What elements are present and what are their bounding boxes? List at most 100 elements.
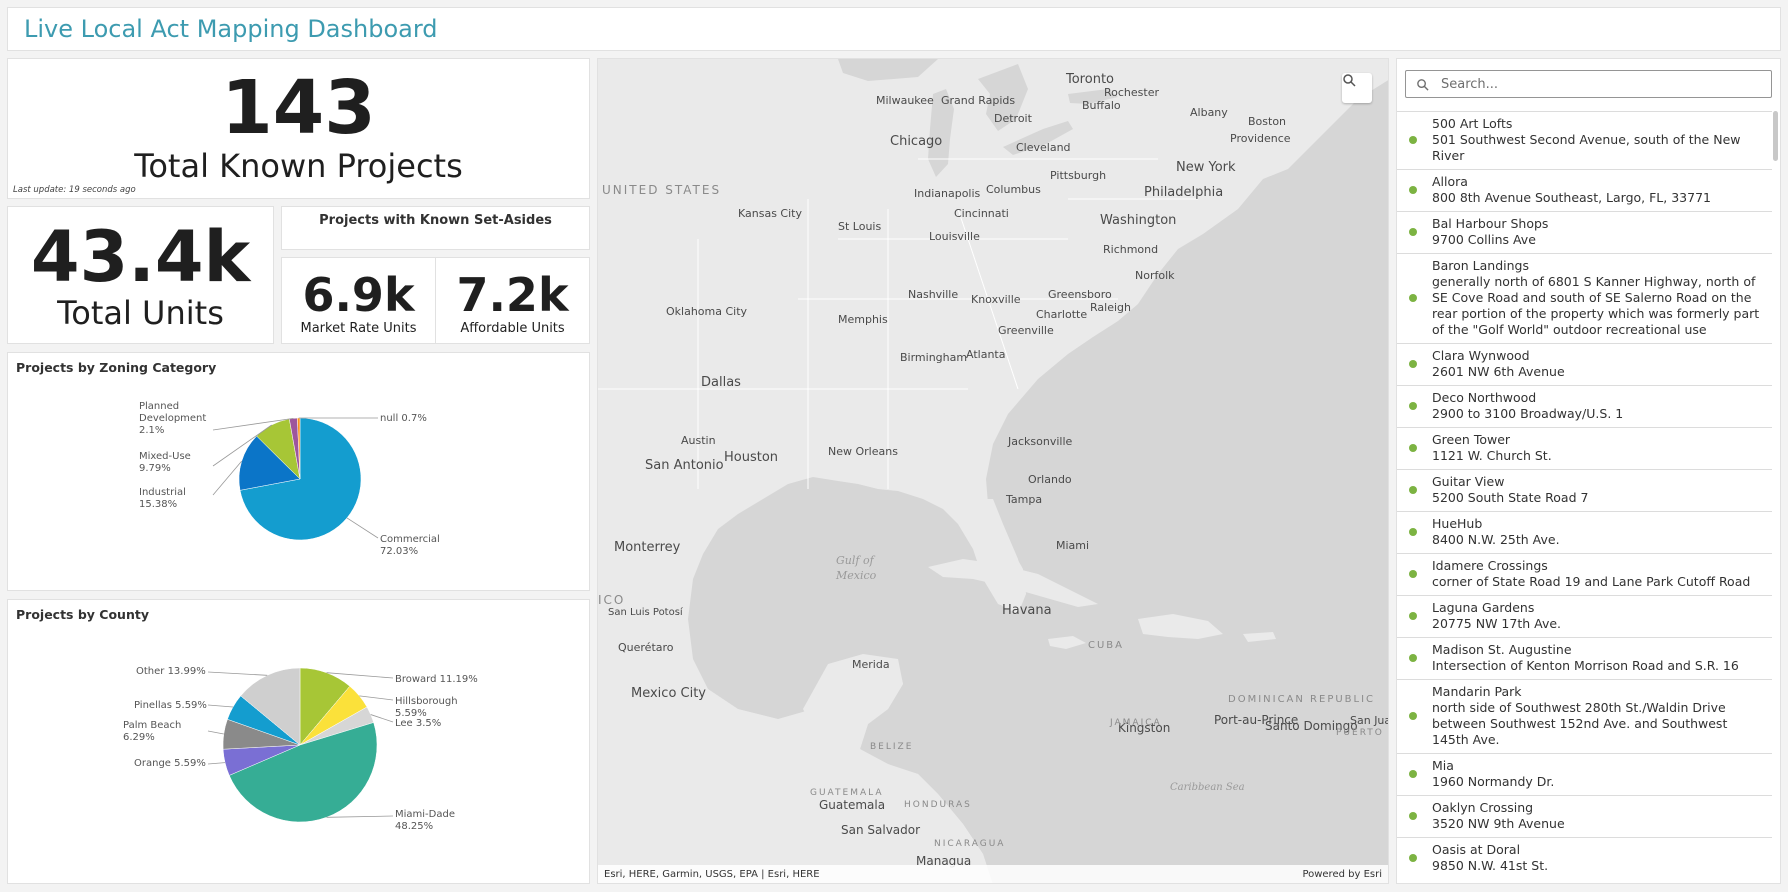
florida-peninsula: [953, 499, 1026, 614]
zoning-chart-panel: Projects by Zoning Category null 0.7% Pla…: [7, 352, 590, 591]
powered-by-esri[interactable]: Powered by Esri: [1302, 869, 1382, 880]
total-units-value: 43.4k: [30, 216, 251, 298]
search-icon: [1417, 78, 1429, 91]
project-name: Laguna Gardens: [1432, 600, 1535, 615]
zoning-pie-chart[interactable]: null 0.7% Planned Development 2.1% Mixed-Use…: [8, 353, 591, 592]
project-name: Madison St. Augustine: [1432, 642, 1572, 657]
status-dot-icon: [1409, 444, 1417, 452]
hispaniola-island: [1138, 614, 1223, 639]
gulf-label-line1: Gulf of: [836, 554, 876, 567]
city-label: Indianapolis: [914, 187, 981, 200]
city-label: Dallas: [701, 375, 741, 390]
market-rate-label: Market Rate Units: [300, 320, 417, 336]
city-label: Louisville: [929, 230, 980, 243]
city-label: San Luis Potosí: [608, 606, 684, 618]
list-item[interactable]: Clara Wynwood 2601 NW 6th Avenue: [1397, 343, 1772, 385]
county-pie-chart[interactable]: Broward 11.19% Hillsborough 5.59%Lee 3.5% M…: [8, 600, 591, 885]
pie-leader-line: [207, 704, 234, 708]
city-label: Raleigh: [1090, 301, 1131, 314]
pie-label: Palm Beach 6.29%: [123, 720, 181, 743]
city-label: Columbus: [986, 183, 1041, 196]
pie-label: Mixed-Use 9.79%: [139, 451, 191, 474]
city-label: Providence: [1230, 132, 1291, 145]
region-label: PUERTO R: [1336, 728, 1389, 738]
region-label: ICO: [598, 593, 625, 607]
project-address: 1121 W. Church St.: [1432, 448, 1552, 463]
basemap[interactable]: Toronto Rochester Milwaukee Grand Rapids…: [598, 59, 1389, 884]
list-item[interactable]: 500 Art Lofts 501 Southwest Second Avenue…: [1397, 111, 1772, 169]
status-dot-icon: [1409, 528, 1417, 536]
status-dot-icon: [1409, 486, 1417, 494]
city-label: Memphis: [838, 313, 888, 326]
list-item[interactable]: Bal Harbour Shops 9700 Collins Ave: [1397, 211, 1772, 253]
market-rate-indicator: 6.9k Market Rate Units: [281, 257, 436, 344]
city-label: New York: [1176, 160, 1236, 175]
project-address: 800 8th Avenue Southeast, Largo, FL, 337…: [1432, 190, 1711, 205]
city-label: San Salvador: [841, 823, 920, 837]
map-attribution[interactable]: Esri, HERE, Garmin, USGS, EPA | Esri, HE…: [604, 869, 820, 880]
project-address: 20775 NW 17th Ave.: [1432, 616, 1562, 631]
list-search-box[interactable]: [1405, 70, 1772, 98]
project-address: 9700 Collins Ave: [1432, 232, 1536, 247]
status-dot-icon: [1409, 186, 1417, 194]
list-item-text: Deco Northwood 2900 to 3100 Broadway/U.S.…: [1432, 390, 1623, 422]
city-label: Houston: [724, 450, 778, 465]
city-label: San Jua: [1350, 714, 1389, 727]
list-scrollbar[interactable]: [1773, 111, 1778, 161]
city-label: Toronto: [1065, 72, 1114, 87]
list-item[interactable]: Idamere Crossings corner of State Road 19…: [1397, 553, 1772, 595]
city-label: Cleveland: [1016, 141, 1071, 154]
city-label: Oklahoma City: [666, 305, 748, 318]
city-label: Atlanta: [966, 348, 1005, 361]
list-item[interactable]: Mandarin Park north side of Southwest 280…: [1397, 679, 1772, 753]
status-dot-icon: [1409, 770, 1417, 778]
map-search-button[interactable]: [1342, 73, 1372, 103]
list-item[interactable]: Oaklyn Crossing 3520 NW 9th Avenue: [1397, 795, 1772, 837]
city-label: Austin: [681, 434, 716, 447]
project-address: 2900 to 3100 Broadway/U.S. 1: [1432, 406, 1624, 421]
county-chart-panel: Projects by County Broward 11.19% Hillsbo…: [7, 599, 590, 884]
pie-leader-line: [359, 695, 394, 701]
list-item-text: Mandarin Park north side of Southwest 280…: [1432, 684, 1764, 748]
project-name: Baron Landings: [1432, 258, 1529, 273]
list-item[interactable]: Green Tower 1121 W. Church St.: [1397, 427, 1772, 469]
city-label: Richmond: [1103, 243, 1158, 256]
list-item[interactable]: Baron Landings generally north of 6801 S …: [1397, 253, 1772, 343]
project-list: 500 Art Lofts 501 Southwest Second Avenue…: [1397, 111, 1772, 879]
project-address: 9850 N.W. 41st St.: [1432, 858, 1549, 873]
city-label: Greenville: [998, 324, 1054, 337]
list-item[interactable]: Mia 1960 Normandy Dr.: [1397, 753, 1772, 795]
total-units-indicator: 43.4k Total Units: [7, 206, 274, 344]
status-dot-icon: [1409, 612, 1417, 620]
dashboard-header: Live Local Act Mapping Dashboard: [7, 7, 1781, 51]
city-label: Detroit: [994, 112, 1033, 125]
total-projects-label: Total Known Projects: [134, 146, 463, 185]
list-item[interactable]: Madison St. Augustine Intersection of Ken…: [1397, 637, 1772, 679]
region-label: GUATEMALA: [810, 788, 884, 798]
pie-label: Lee 3.5%: [395, 718, 441, 729]
last-update-text: Last update: 19 seconds ago: [13, 185, 136, 195]
city-label: Philadelphia: [1144, 185, 1223, 200]
list-item[interactable]: Deco Northwood 2900 to 3100 Broadway/U.S.…: [1397, 385, 1772, 427]
project-address: Intersection of Kenton Morrison Road and…: [1432, 658, 1739, 673]
list-item[interactable]: Guitar View 5200 South State Road 7: [1397, 469, 1772, 511]
affordable-indicator: 7.2k Affordable Units: [435, 257, 590, 344]
list-item[interactable]: Allora 800 8th Avenue Southeast, Largo, F…: [1397, 169, 1772, 211]
list-item[interactable]: Oasis at Doral 9850 N.W. 41st St.: [1397, 837, 1772, 879]
project-name: HueHub: [1432, 516, 1483, 531]
city-label: Mexico City: [631, 686, 706, 701]
list-item[interactable]: HueHub 8400 N.W. 25th Ave.: [1397, 511, 1772, 553]
map-view[interactable]: Toronto Rochester Milwaukee Grand Rapids…: [597, 58, 1389, 884]
city-label: Birmingham: [900, 351, 967, 364]
city-label: Norfolk: [1135, 269, 1175, 282]
list-item[interactable]: Laguna Gardens 20775 NW 17th Ave.: [1397, 595, 1772, 637]
project-address: 2601 NW 6th Avenue: [1432, 364, 1565, 379]
project-name: Guitar View: [1432, 474, 1505, 489]
list-search-input[interactable]: [1441, 76, 1761, 92]
city-label: New Orleans: [828, 445, 898, 458]
status-dot-icon: [1409, 570, 1417, 578]
status-dot-icon: [1409, 812, 1417, 820]
city-label: Knoxville: [971, 293, 1021, 306]
list-item-text: Oaklyn Crossing 3520 NW 9th Avenue: [1432, 800, 1565, 832]
pie-leader-line: [207, 762, 226, 765]
